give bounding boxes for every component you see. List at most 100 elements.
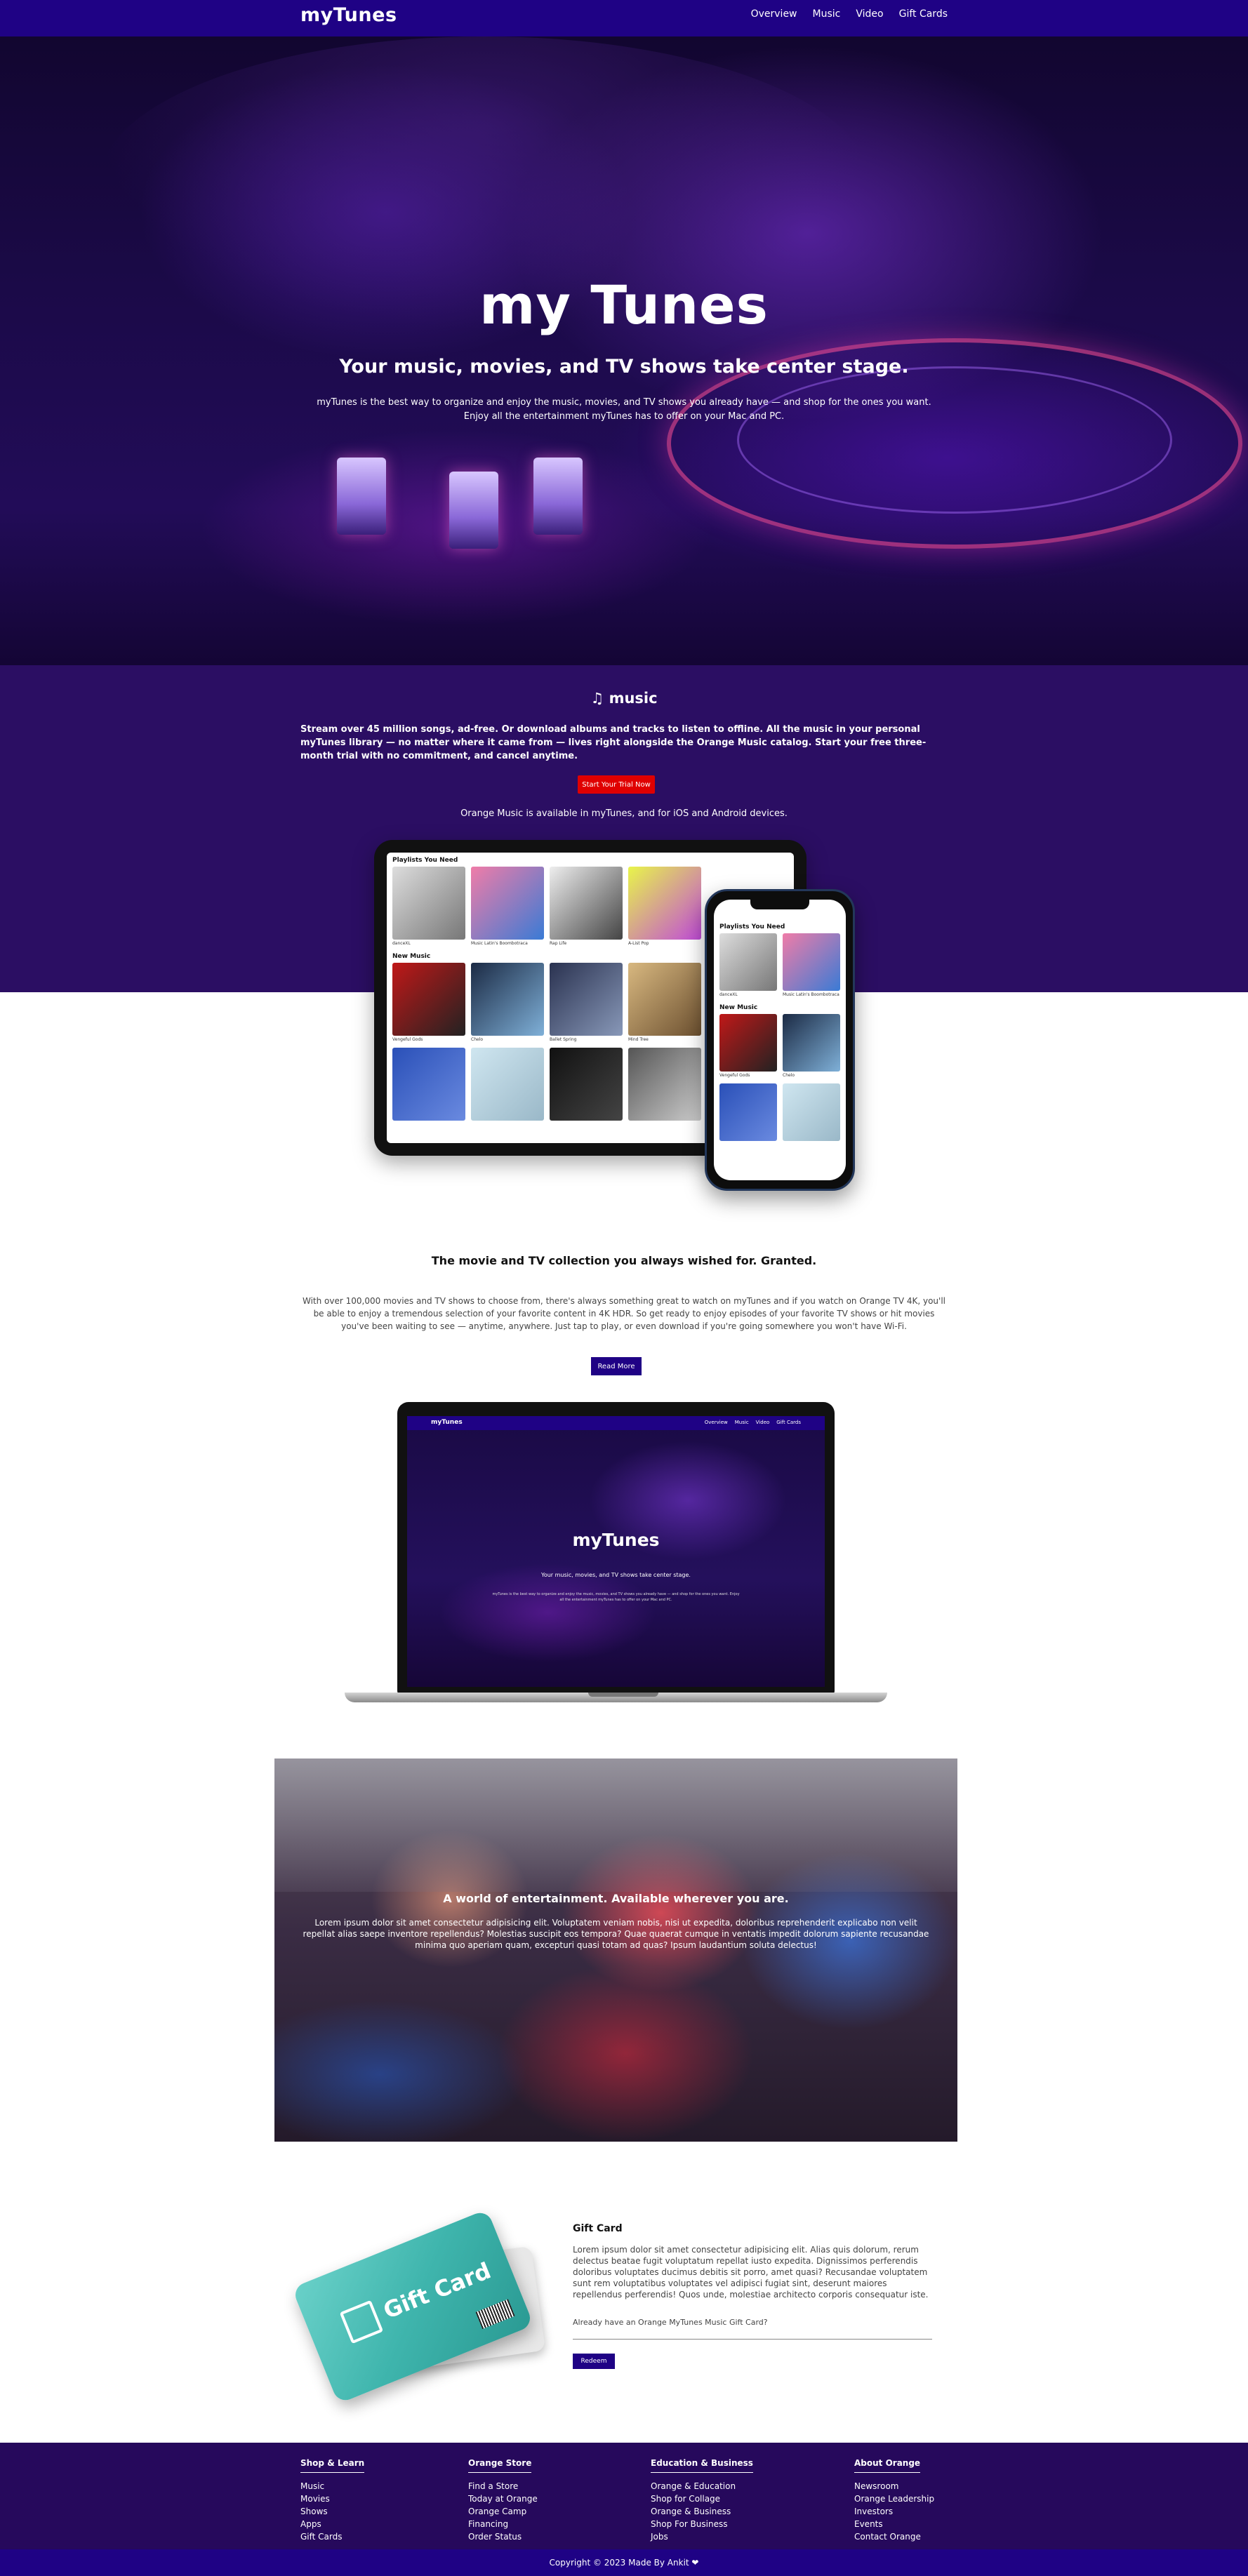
footer-link[interactable]: Orange Leadership bbox=[854, 2492, 934, 2505]
footer-column-about: About Orange Newsroom Orange Leadership … bbox=[854, 2455, 934, 2543]
gift-card-question: Already have an Orange MyTunes Music Gif… bbox=[573, 2318, 768, 2327]
top-nav: myTunes Overview Music Video Gift Cards bbox=[0, 0, 1248, 36]
album-art bbox=[471, 867, 544, 940]
redeem-button[interactable]: Redeem bbox=[573, 2354, 615, 2369]
entertainment-title: A world of entertainment. Available wher… bbox=[443, 1892, 789, 1905]
brand-logo[interactable]: myTunes bbox=[300, 4, 397, 26]
phone-row: Vengeful Gods Chelo bbox=[714, 1011, 846, 1081]
album-caption: Ballet Spring bbox=[550, 1037, 577, 1042]
laptop-screen-brand: myTunes bbox=[431, 1419, 463, 1426]
movie-section-text: With over 100,000 movies and TV shows to… bbox=[303, 1296, 945, 1331]
album-caption: A-List Pop bbox=[628, 941, 649, 946]
laptop-notch bbox=[588, 1693, 658, 1697]
nav-link-overview[interactable]: Overview bbox=[751, 8, 797, 20]
laptop-screen-subtitle: Your music, movies, and TV shows take ce… bbox=[541, 1572, 691, 1578]
hero-turntable-inner bbox=[737, 366, 1172, 514]
album-art bbox=[783, 1083, 840, 1141]
album-tile: Mind Tree bbox=[628, 963, 701, 1042]
footer-link[interactable]: Jobs bbox=[651, 2530, 753, 2543]
album-art bbox=[392, 867, 465, 940]
laptop-device-image: myTunes Overview Music Video Gift Cards … bbox=[397, 1402, 835, 1694]
album-caption: Chelo bbox=[471, 1037, 484, 1042]
music-availability-text: Orange Music is available in myTunes, an… bbox=[460, 808, 788, 819]
album-tile: Music Latin's Boombotraca bbox=[471, 867, 544, 946]
album-caption: danceXL bbox=[719, 992, 738, 997]
footer: Shop & Learn Music Movies Shows Apps Gif… bbox=[0, 2443, 1248, 2549]
album-tile: Chelo bbox=[783, 1014, 840, 1078]
footer-link[interactable]: Movies bbox=[300, 2492, 364, 2505]
album-caption: Vengeful Gods bbox=[392, 1037, 423, 1042]
album-tile: Vengeful Gods bbox=[719, 1014, 777, 1078]
footer-link[interactable]: Orange & Education bbox=[651, 2480, 753, 2492]
movie-section-title: The movie and TV collection you always w… bbox=[431, 1254, 817, 1267]
album-tile: Music Latin's Boombotraca bbox=[783, 933, 840, 997]
album-art bbox=[392, 963, 465, 1036]
album-caption: Rap Life bbox=[550, 941, 567, 946]
album-tile: Rap Life bbox=[550, 867, 623, 946]
album-caption: danceXL bbox=[392, 941, 411, 946]
hero-subtitle: Your music, movies, and TV shows take ce… bbox=[339, 356, 909, 378]
music-logo-text: music bbox=[609, 690, 658, 707]
read-more-button[interactable]: Read More bbox=[591, 1357, 642, 1375]
music-logo: ♫ music bbox=[0, 690, 1248, 707]
tablet-section-title: Playlists You Need bbox=[392, 857, 458, 864]
barcode-icon bbox=[475, 2299, 515, 2330]
start-trial-button[interactable]: Start Your Trial Now bbox=[578, 775, 655, 794]
footer-link[interactable]: Events bbox=[854, 2518, 934, 2530]
album-tile bbox=[783, 1083, 840, 1141]
footer-link[interactable]: Gift Cards bbox=[300, 2530, 364, 2543]
hero-section: my Tunes Your music, movies, and TV show… bbox=[0, 36, 1248, 665]
footer-link[interactable]: Shop for Collage bbox=[651, 2492, 753, 2505]
album-art bbox=[719, 933, 777, 991]
hero-text: myTunes is the best way to organize and … bbox=[317, 397, 931, 422]
nav-link-video[interactable]: Video bbox=[856, 8, 883, 20]
copyright-bar: Copyright © 2023 Made By Ankit ❤ bbox=[0, 2549, 1248, 2576]
album-art bbox=[471, 963, 544, 1036]
banner-photo-highlight bbox=[274, 1759, 957, 1892]
album-tile bbox=[550, 1048, 623, 1121]
gift-card-front: Gift Card bbox=[291, 2209, 534, 2404]
album-art bbox=[628, 867, 701, 940]
footer-link[interactable]: Contact Orange bbox=[854, 2530, 934, 2543]
footer-column-title: Education & Business bbox=[651, 2458, 753, 2473]
album-art bbox=[471, 1048, 544, 1121]
footer-link[interactable]: Shows bbox=[300, 2505, 364, 2518]
music-lead-text: Stream over 45 million songs, ad-free. O… bbox=[300, 724, 927, 761]
gift-card-title: Gift Card bbox=[573, 2223, 623, 2234]
footer-link[interactable]: Music bbox=[300, 2480, 364, 2492]
album-art bbox=[628, 1048, 701, 1121]
album-tile: A-List Pop bbox=[628, 867, 701, 946]
album-caption: Music Latin's Boombotraca bbox=[471, 941, 528, 946]
footer-link[interactable]: Shop For Business bbox=[651, 2518, 753, 2530]
album-art bbox=[550, 867, 623, 940]
album-tile: danceXL bbox=[392, 867, 465, 946]
footer-link[interactable]: Today at Orange bbox=[468, 2492, 538, 2505]
laptop-screen-link: Gift Cards bbox=[776, 1420, 801, 1425]
laptop-screen: myTunes Overview Music Video Gift Cards … bbox=[407, 1416, 825, 1687]
nav-link-gift-cards[interactable]: Gift Cards bbox=[899, 8, 948, 20]
album-art bbox=[719, 1014, 777, 1072]
album-tile bbox=[471, 1048, 544, 1121]
footer-link[interactable]: Orange Camp bbox=[468, 2505, 538, 2518]
entertainment-banner: A world of entertainment. Available wher… bbox=[274, 1759, 957, 2142]
music-note-icon: ♫ bbox=[590, 690, 604, 707]
album-caption: Chelo bbox=[783, 1073, 795, 1078]
hero-fader bbox=[337, 458, 386, 535]
album-caption: Mind Tree bbox=[628, 1037, 649, 1042]
laptop-screen-nav: myTunes Overview Music Video Gift Cards bbox=[407, 1416, 825, 1430]
nav-link-music[interactable]: Music bbox=[813, 8, 841, 20]
phone-row bbox=[714, 1081, 846, 1144]
hero-title: my Tunes bbox=[479, 274, 769, 336]
footer-link[interactable]: Orange & Business bbox=[651, 2505, 753, 2518]
footer-column-title: Shop & Learn bbox=[300, 2458, 365, 2473]
laptop-screen-title: myTunes bbox=[572, 1530, 660, 1550]
phone-screen: Playlists You Need danceXL Music Latin's… bbox=[714, 900, 846, 1180]
footer-link[interactable]: Apps bbox=[300, 2518, 364, 2530]
footer-link[interactable]: Order Status bbox=[468, 2530, 538, 2543]
footer-link[interactable]: Find a Store bbox=[468, 2480, 538, 2492]
footer-link[interactable]: Investors bbox=[854, 2505, 934, 2518]
album-tile: Vengeful Gods bbox=[392, 963, 465, 1042]
footer-link[interactable]: Financing bbox=[468, 2518, 538, 2530]
album-art bbox=[550, 963, 623, 1036]
footer-link[interactable]: Newsroom bbox=[854, 2480, 934, 2492]
